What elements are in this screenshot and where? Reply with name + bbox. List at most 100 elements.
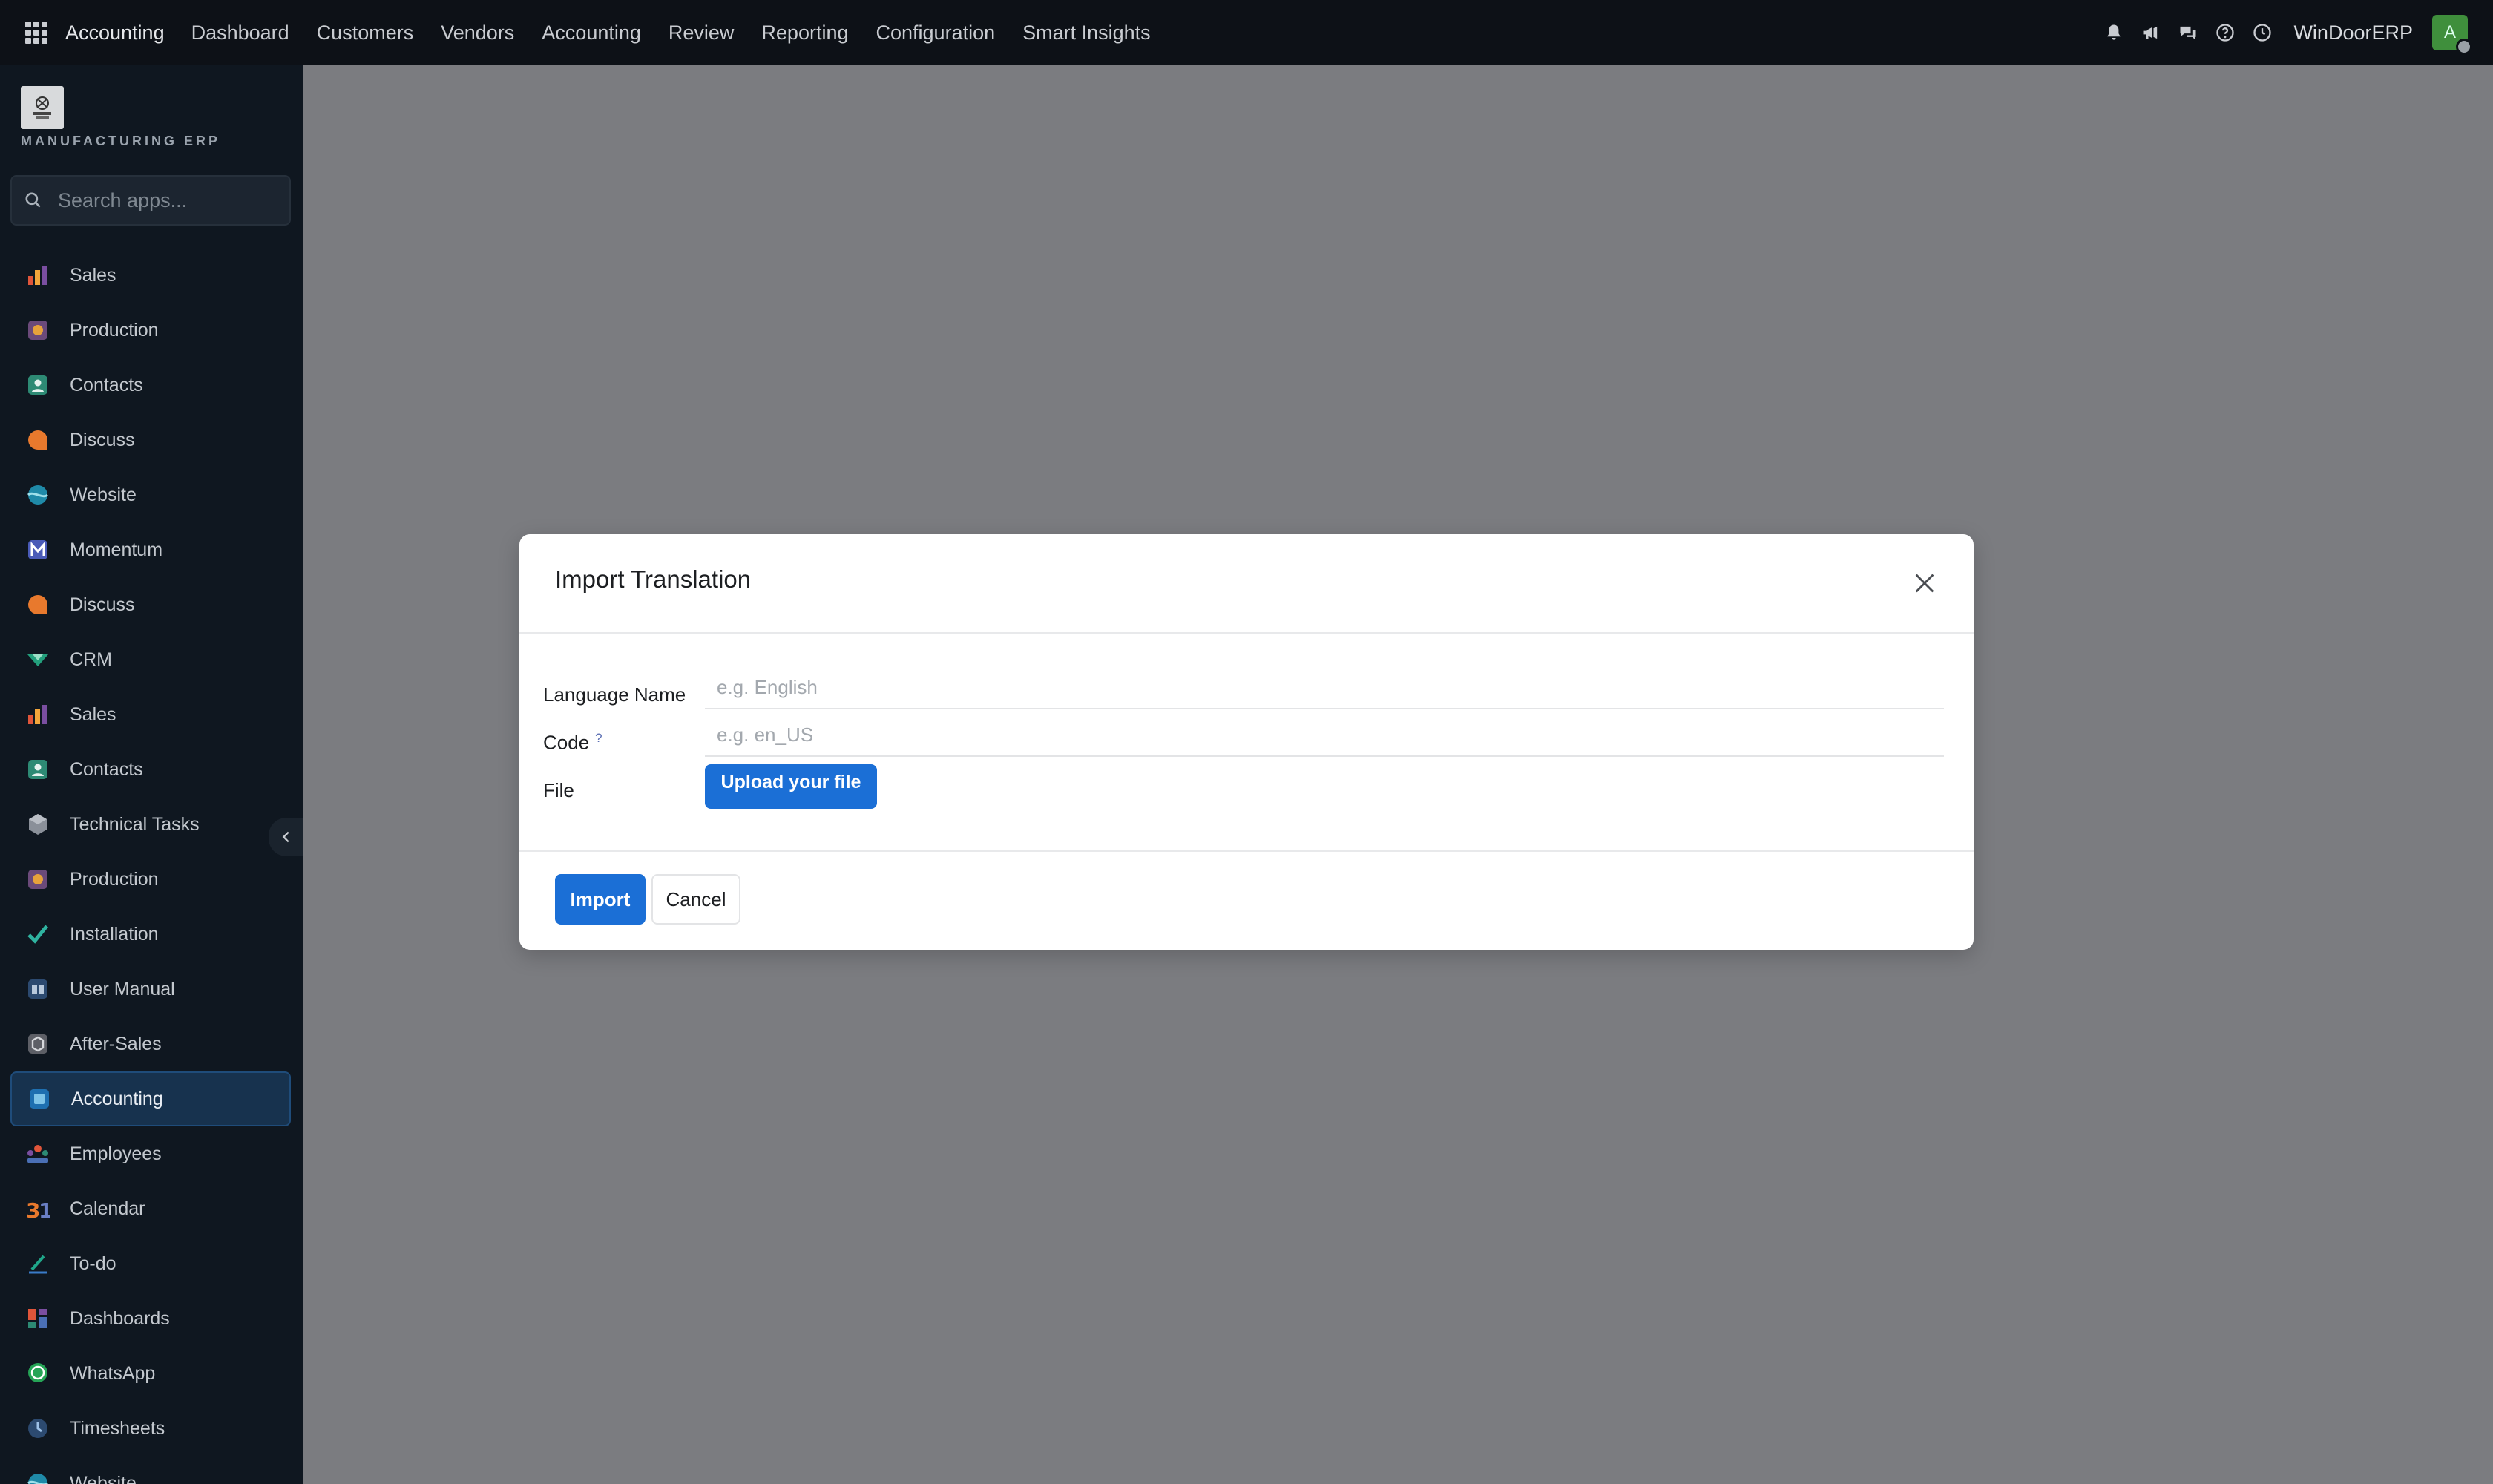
sidebar-item-label: To-do: [70, 1252, 116, 1274]
nav-customers[interactable]: Customers: [317, 22, 414, 45]
sidebar-item-label: Sales: [70, 703, 116, 725]
status-dot-icon: [2456, 39, 2472, 55]
sidebar-item-label: Discuss: [70, 594, 135, 615]
help-icon[interactable]: [2215, 22, 2236, 43]
code-label-text: Code: [543, 731, 590, 754]
sidebar-item-label: After-Sales: [70, 1033, 162, 1054]
sidebar-item-label: Timesheets: [70, 1417, 165, 1439]
sidebar-item-label: Website: [70, 1472, 137, 1484]
app-menu: Sales Production Contacts Discuss Websit…: [10, 248, 291, 1484]
sidebar-item-after-sales[interactable]: After-Sales: [10, 1017, 291, 1071]
sidebar-item-label: User Manual: [70, 978, 175, 999]
nav-smart-insights[interactable]: Smart Insights: [1022, 22, 1151, 45]
close-button[interactable]: [1910, 568, 1939, 598]
sidebar-item-contacts-2[interactable]: Contacts: [10, 742, 291, 797]
sales-icon: [25, 263, 50, 288]
code-help-tooltip[interactable]: ?: [595, 731, 602, 745]
contacts-icon: [25, 757, 50, 782]
sidebar-item-label: Production: [70, 868, 159, 890]
sidebar-item-label: Production: [70, 319, 159, 341]
close-icon: [1915, 574, 1934, 593]
nav-accounting[interactable]: Accounting: [542, 22, 641, 45]
sidebar-item-production[interactable]: Production: [10, 303, 291, 358]
sidebar-item-calendar[interactable]: 31 Calendar: [10, 1181, 291, 1236]
sidebar-item-contacts[interactable]: Contacts: [10, 358, 291, 413]
sidebar-item-label: Employees: [70, 1143, 162, 1164]
cancel-button[interactable]: Cancel: [651, 874, 740, 925]
installation-icon: [25, 922, 50, 947]
sidebar-item-label: Contacts: [70, 758, 143, 780]
discuss-icon: [25, 427, 50, 453]
sidebar-item-installation[interactable]: Installation: [10, 907, 291, 962]
sidebar-item-label: Technical Tasks: [70, 813, 200, 835]
employees-icon: [25, 1141, 50, 1166]
avatar[interactable]: A: [2432, 15, 2472, 55]
sidebar-item-accounting[interactable]: Accounting: [10, 1071, 291, 1126]
crm-icon: [25, 647, 50, 672]
sidebar-item-sales[interactable]: Sales: [10, 248, 291, 303]
sidebar: MANUFACTURING ERP Sales Production Conta…: [0, 65, 303, 1484]
website-icon: [25, 1471, 50, 1484]
sidebar-item-label: Sales: [70, 264, 116, 286]
language-name-input[interactable]: [705, 666, 1944, 709]
svg-text:1: 1: [39, 1198, 50, 1221]
sidebar-item-website-2[interactable]: Website: [10, 1456, 291, 1484]
megaphone-icon[interactable]: [2141, 22, 2161, 43]
sidebar-item-technical-tasks[interactable]: Technical Tasks: [10, 797, 291, 852]
nav-review[interactable]: Review: [669, 22, 735, 45]
chat-icon[interactable]: [2178, 22, 2198, 43]
code-input[interactable]: [705, 714, 1944, 757]
dialog-title: Import Translation: [555, 565, 752, 593]
import-button[interactable]: Import: [555, 874, 646, 925]
nav-dashboard[interactable]: Dashboard: [191, 22, 289, 45]
top-right-actions: WinDoorERP A: [2087, 0, 2472, 65]
code-label: Code?: [543, 731, 602, 755]
sidebar-item-label: Momentum: [70, 539, 163, 560]
sidebar-item-user-manual[interactable]: User Manual: [10, 962, 291, 1017]
clock-icon[interactable]: [2252, 22, 2273, 43]
nav-configuration[interactable]: Configuration: [876, 22, 996, 45]
sidebar-item-momentum[interactable]: Momentum: [10, 522, 291, 577]
sidebar-item-discuss-2[interactable]: Discuss: [10, 577, 291, 632]
company-name[interactable]: WinDoorERP: [2293, 22, 2413, 45]
after-sales-icon: [25, 1031, 50, 1057]
momentum-icon: [25, 537, 50, 562]
sidebar-collapse-button[interactable]: [269, 818, 303, 856]
sidebar-item-sales-2[interactable]: Sales: [10, 687, 291, 742]
sidebar-item-timesheets[interactable]: Timesheets: [10, 1401, 291, 1456]
chevron-left-icon: [282, 831, 289, 843]
production-icon: [25, 318, 50, 343]
sidebar-item-label: Calendar: [70, 1198, 145, 1219]
technical-tasks-icon: [25, 812, 50, 837]
sidebar-item-dashboards[interactable]: Dashboards: [10, 1291, 291, 1346]
sidebar-item-todo[interactable]: To-do: [10, 1236, 291, 1291]
nav-reporting[interactable]: Reporting: [761, 22, 848, 45]
timesheets-icon: [25, 1416, 50, 1441]
contacts-icon: [25, 372, 50, 398]
sidebar-item-label: WhatsApp: [70, 1362, 156, 1384]
sidebar-item-whatsapp[interactable]: WhatsApp: [10, 1346, 291, 1401]
sidebar-item-production-2[interactable]: Production: [10, 852, 291, 907]
search-input[interactable]: [58, 188, 280, 212]
sidebar-item-employees[interactable]: Employees: [10, 1126, 291, 1181]
sidebar-item-crm[interactable]: CRM: [10, 632, 291, 687]
sales-icon: [25, 702, 50, 727]
sidebar-item-website[interactable]: Website: [10, 467, 291, 522]
dialog-footer: Import Cancel: [519, 852, 1974, 948]
sidebar-item-label: Contacts: [70, 374, 143, 395]
logo-text: MANUFACTURING ERP: [21, 134, 220, 148]
todo-icon: [25, 1251, 50, 1276]
search-box: [10, 175, 291, 226]
nav-vendors[interactable]: Vendors: [441, 22, 514, 45]
upload-file-button[interactable]: Upload your file: [705, 764, 877, 809]
discuss-icon: [25, 592, 50, 617]
user-manual-icon: [25, 976, 50, 1002]
app-grid-icon[interactable]: [25, 22, 47, 44]
bell-icon[interactable]: [2103, 22, 2124, 43]
dialog-header: Import Translation: [519, 534, 1974, 634]
company-logo: [21, 86, 64, 129]
file-label: File: [543, 779, 574, 801]
app-name[interactable]: Accounting: [65, 22, 165, 45]
dialog-body: Language Name Code? File Upload your fil…: [519, 634, 1974, 852]
sidebar-item-discuss[interactable]: Discuss: [10, 413, 291, 467]
